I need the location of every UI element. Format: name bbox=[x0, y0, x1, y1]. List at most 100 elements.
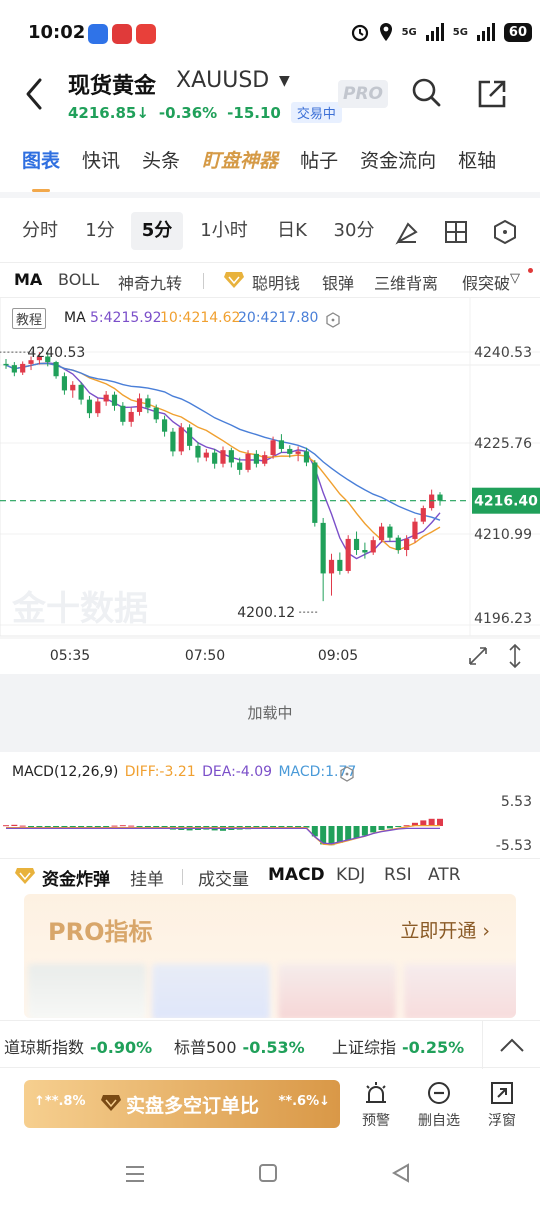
home-icon[interactable] bbox=[258, 1163, 278, 1183]
sub-indicator-orders[interactable]: 挂单 bbox=[130, 865, 164, 890]
ticker-item[interactable]: 标普500 -0.53% bbox=[174, 1034, 305, 1058]
sub-indicator-rsi[interactable]: RSI bbox=[384, 865, 412, 885]
indicator-ma[interactable]: MA bbox=[14, 270, 42, 289]
indicator-silver-bullet[interactable]: 银弹 bbox=[322, 270, 354, 294]
ticker-item[interactable]: 道琼斯指数 -0.90% bbox=[4, 1034, 152, 1058]
macd-bar bbox=[278, 826, 285, 827]
macd-bar bbox=[11, 824, 18, 826]
tab-fund-flow[interactable]: 资金流向 bbox=[360, 140, 436, 184]
sub-indicator-atr[interactable]: ATR bbox=[428, 865, 461, 885]
candle-body bbox=[270, 440, 276, 456]
bottom-action-bar: ↑**.8% 实盘多空订单比 **.6%↓ 预警 删自选 浮窗 bbox=[0, 1070, 540, 1146]
chevron-down-icon[interactable]: ▽ bbox=[510, 271, 520, 286]
index-ticker[interactable]: 道琼斯指数 -0.90% 标普500 -0.53% 上证综指 -0.25% bbox=[0, 1020, 540, 1069]
macd-bar bbox=[370, 826, 377, 833]
remove-watchlist-button[interactable]: 删自选 bbox=[411, 1080, 467, 1130]
candle-body bbox=[278, 440, 285, 449]
alarm-icon bbox=[366, 1082, 386, 1103]
period-30m[interactable]: 30分 bbox=[326, 212, 382, 250]
x-tick-label: 07:50 bbox=[185, 648, 225, 664]
ticker-name: 道琼斯指数 bbox=[4, 1038, 85, 1057]
alert-button[interactable]: 预警 bbox=[348, 1080, 404, 1130]
expand-icon[interactable] bbox=[469, 647, 487, 665]
indicator-false-breakout[interactable]: 假突破 bbox=[462, 270, 510, 294]
y-tick-label: 4196.23 bbox=[474, 611, 532, 627]
macd-bar bbox=[428, 818, 435, 826]
tab-pivot[interactable]: 枢轴 bbox=[458, 140, 496, 184]
instrument-title[interactable]: 现货黄金 bbox=[68, 68, 156, 100]
candle-body bbox=[53, 362, 59, 377]
pro-promo-card[interactable]: PRO指标 立即开通 › bbox=[24, 894, 516, 1018]
tab-watch-tool[interactable]: 盯盘神器 bbox=[202, 140, 278, 184]
instrument-symbol[interactable]: XAUUSD bbox=[176, 68, 269, 93]
macd-top-tick: 5.53 bbox=[501, 794, 532, 810]
period-daily[interactable]: 日K bbox=[270, 212, 314, 250]
indicator-3d-divergence[interactable]: 三维背离 bbox=[374, 270, 438, 294]
period-timeshare[interactable]: 分时 bbox=[14, 212, 66, 250]
float-window-button[interactable]: 浮窗 bbox=[474, 1080, 530, 1130]
settings-hex-icon[interactable] bbox=[492, 219, 518, 245]
layout-grid-icon[interactable] bbox=[444, 220, 468, 244]
float-window-icon bbox=[491, 1082, 513, 1104]
sub-indicator-fund-bomb[interactable]: 资金炸弹 bbox=[42, 865, 110, 890]
diamond-vip-icon bbox=[15, 868, 35, 884]
candle-body bbox=[378, 526, 385, 541]
macd-bar bbox=[19, 825, 26, 827]
ticker-value: -0.25% bbox=[402, 1038, 465, 1057]
pro-card-title: PRO指标 bbox=[48, 918, 153, 946]
chevron-down-icon[interactable]: ▼ bbox=[279, 73, 290, 89]
indicator-boll[interactable]: BOLL bbox=[58, 270, 99, 289]
ticker-expand-button[interactable] bbox=[482, 1021, 540, 1069]
indicator-td-sequential[interactable]: 神奇九转 bbox=[118, 270, 182, 294]
pro-open-button[interactable]: 立即开通 › bbox=[400, 916, 490, 943]
period-selector: 分时 1分 5分 1小时 日K 30分 bbox=[0, 206, 540, 250]
candle-body bbox=[387, 526, 393, 538]
pro-open-label: 立即开通 bbox=[400, 920, 477, 942]
share-icon[interactable] bbox=[476, 78, 508, 110]
search-icon[interactable] bbox=[410, 76, 442, 108]
candle-body bbox=[303, 451, 310, 463]
candle-body bbox=[111, 394, 118, 406]
y-tick-label: 4225.76 bbox=[474, 436, 532, 452]
tab-flash-news[interactable]: 快讯 bbox=[82, 140, 120, 184]
back-icon[interactable] bbox=[20, 76, 50, 112]
macd-chart[interactable]: 5.53 -5.53 bbox=[0, 760, 540, 856]
period-1m[interactable]: 1分 bbox=[78, 212, 122, 250]
candle-body bbox=[11, 365, 17, 373]
pro-button[interactable]: PRO bbox=[338, 80, 388, 108]
tab-chart[interactable]: 图表 bbox=[22, 140, 60, 192]
sub-indicator-macd[interactable]: MACD bbox=[268, 865, 325, 885]
back-nav-icon[interactable] bbox=[390, 1162, 412, 1184]
network-label: 5G bbox=[401, 26, 417, 38]
sub-indicator-volume[interactable]: 成交量 bbox=[198, 865, 249, 890]
candle-body bbox=[203, 452, 209, 458]
candle-body bbox=[253, 453, 259, 464]
indicator-smart-money[interactable]: 聪明钱 bbox=[252, 270, 300, 294]
y-tick-label: 4240.53 bbox=[474, 345, 532, 361]
ticker-item[interactable]: 上证综指 -0.25% bbox=[332, 1034, 464, 1058]
chevron-right-icon: › bbox=[482, 920, 490, 942]
candle-body bbox=[78, 384, 84, 400]
battery-icon: 60 bbox=[503, 22, 532, 42]
order-ratio-button[interactable]: ↑**.8% 实盘多空订单比 **.6%↓ bbox=[24, 1080, 340, 1128]
period-1h[interactable]: 1小时 bbox=[192, 212, 256, 250]
tab-headlines[interactable]: 头条 bbox=[142, 140, 180, 184]
candle-body bbox=[145, 398, 151, 408]
low-marker-label: 4200.12 bbox=[237, 605, 295, 621]
float-window-label: 浮窗 bbox=[488, 1113, 516, 1129]
vertical-scale-icon[interactable] bbox=[509, 643, 521, 669]
candle-body bbox=[312, 462, 318, 523]
candlestick-chart[interactable]: 金十数据 4240.53 4225.76 4210.99 4196.23 4240.53… bbox=[0, 298, 540, 674]
blurred-preview bbox=[278, 964, 396, 1018]
macd-bar bbox=[111, 825, 118, 827]
macd-bar bbox=[353, 826, 360, 838]
candle-body bbox=[420, 508, 426, 522]
candle-body bbox=[3, 363, 9, 366]
menu-icon[interactable] bbox=[124, 1164, 146, 1184]
period-5m[interactable]: 5分 bbox=[131, 212, 183, 250]
watermark: 金十数据 bbox=[11, 589, 148, 629]
candle-body bbox=[345, 538, 351, 571]
draw-tool-icon[interactable] bbox=[394, 220, 420, 246]
tab-posts[interactable]: 帖子 bbox=[300, 140, 338, 184]
sub-indicator-kdj[interactable]: KDJ bbox=[336, 865, 365, 885]
